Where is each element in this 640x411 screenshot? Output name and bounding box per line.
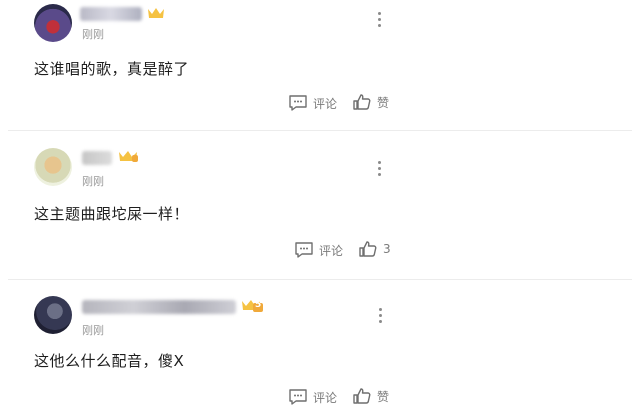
comment-time: 刚刚 — [82, 324, 104, 337]
thumbs-up-icon — [353, 388, 371, 404]
comment-label: 评论 — [313, 96, 338, 111]
avatar[interactable] — [34, 148, 72, 186]
like-button[interactable]: 赞 — [352, 387, 389, 405]
comment-list: 刚刚 这谁唱的歌，真是醉了 评论 赞 刚刚 这主题曲跟坨屎一样！ 评论 3 5 … — [0, 0, 640, 411]
comment-icon — [289, 389, 307, 405]
comment-text: 这主题曲跟坨屎一样！ — [34, 205, 190, 223]
comment-icon — [289, 95, 307, 111]
vip-crown-badge-icon — [146, 5, 170, 21]
comment-item-3: 5 刚刚 这他么什么配音，傻X 评论 赞 — [0, 280, 640, 411]
like-label: 赞 — [377, 95, 390, 110]
username-blurred[interactable] — [80, 7, 142, 21]
like-button[interactable]: 赞 — [352, 93, 389, 111]
comment-label: 评论 — [319, 243, 344, 258]
avatar[interactable] — [34, 296, 72, 334]
username-blurred[interactable] — [82, 300, 236, 314]
username-blurred[interactable] — [82, 151, 112, 165]
comment-item-1: 刚刚 这谁唱的歌，真是醉了 评论 赞 — [0, 0, 640, 128]
more-vertical-icon[interactable] — [375, 12, 383, 30]
like-count: 3 — [383, 242, 391, 256]
comment-label: 评论 — [313, 390, 338, 405]
comment-icon — [295, 242, 313, 258]
thumbs-up-icon — [359, 241, 377, 257]
comment-time: 刚刚 — [82, 175, 104, 188]
comment-text: 这谁唱的歌，真是醉了 — [34, 60, 190, 78]
vip-crown-badge-icon: 5 — [240, 298, 264, 314]
thumbs-up-icon — [353, 94, 371, 110]
badge-level: 5 — [255, 300, 262, 310]
more-vertical-icon[interactable] — [376, 308, 384, 326]
vip-crown-badge-icon — [117, 149, 141, 165]
like-label: 赞 — [377, 389, 390, 404]
comment-button[interactable]: 评论 — [294, 241, 343, 259]
comment-time: 刚刚 — [82, 28, 104, 41]
like-button[interactable]: 3 — [358, 240, 391, 258]
more-vertical-icon[interactable] — [375, 161, 383, 179]
comment-button[interactable]: 评论 — [288, 388, 337, 406]
comment-text: 这他么什么配音，傻X — [34, 352, 185, 370]
comment-item-2: 刚刚 这主题曲跟坨屎一样！ 评论 3 — [0, 131, 640, 279]
comment-button[interactable]: 评论 — [288, 94, 337, 112]
avatar[interactable] — [34, 4, 72, 42]
